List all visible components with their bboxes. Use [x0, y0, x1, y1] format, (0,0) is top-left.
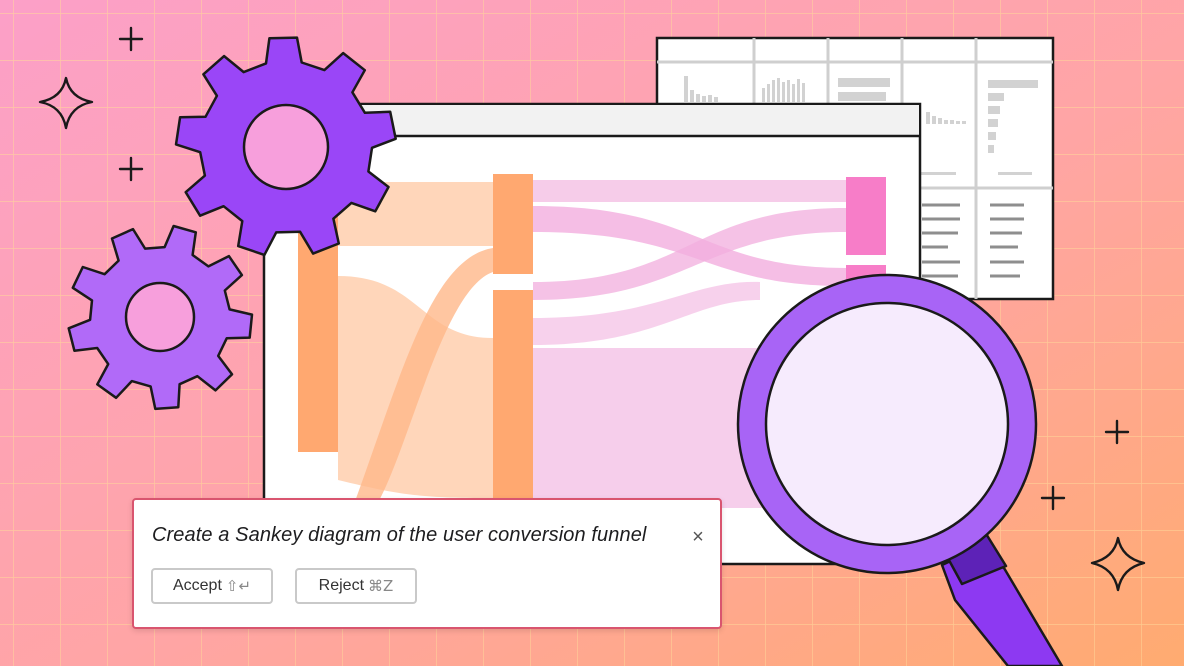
prompt-text: Create a Sankey diagram of the user conv… — [152, 524, 647, 546]
reject-label: Reject — [318, 577, 365, 594]
sankey-node — [846, 177, 886, 255]
magnifier-lens — [764, 301, 1010, 547]
reject-shortcut: ⌘Z — [368, 577, 394, 595]
close-button[interactable]: × — [685, 524, 711, 550]
sankey-node — [493, 290, 533, 520]
reject-button[interactable]: Reject ⌘Z — [295, 568, 417, 604]
accept-button[interactable]: Accept ⇧↵ — [151, 568, 273, 604]
accept-shortcut: ⇧↵ — [225, 577, 252, 595]
ai-prompt-card: Create a Sankey diagram of the user conv… — [132, 498, 722, 629]
accept-label: Accept — [172, 577, 222, 594]
sankey-node — [493, 174, 533, 274]
sankey-flow-4 — [533, 180, 846, 202]
